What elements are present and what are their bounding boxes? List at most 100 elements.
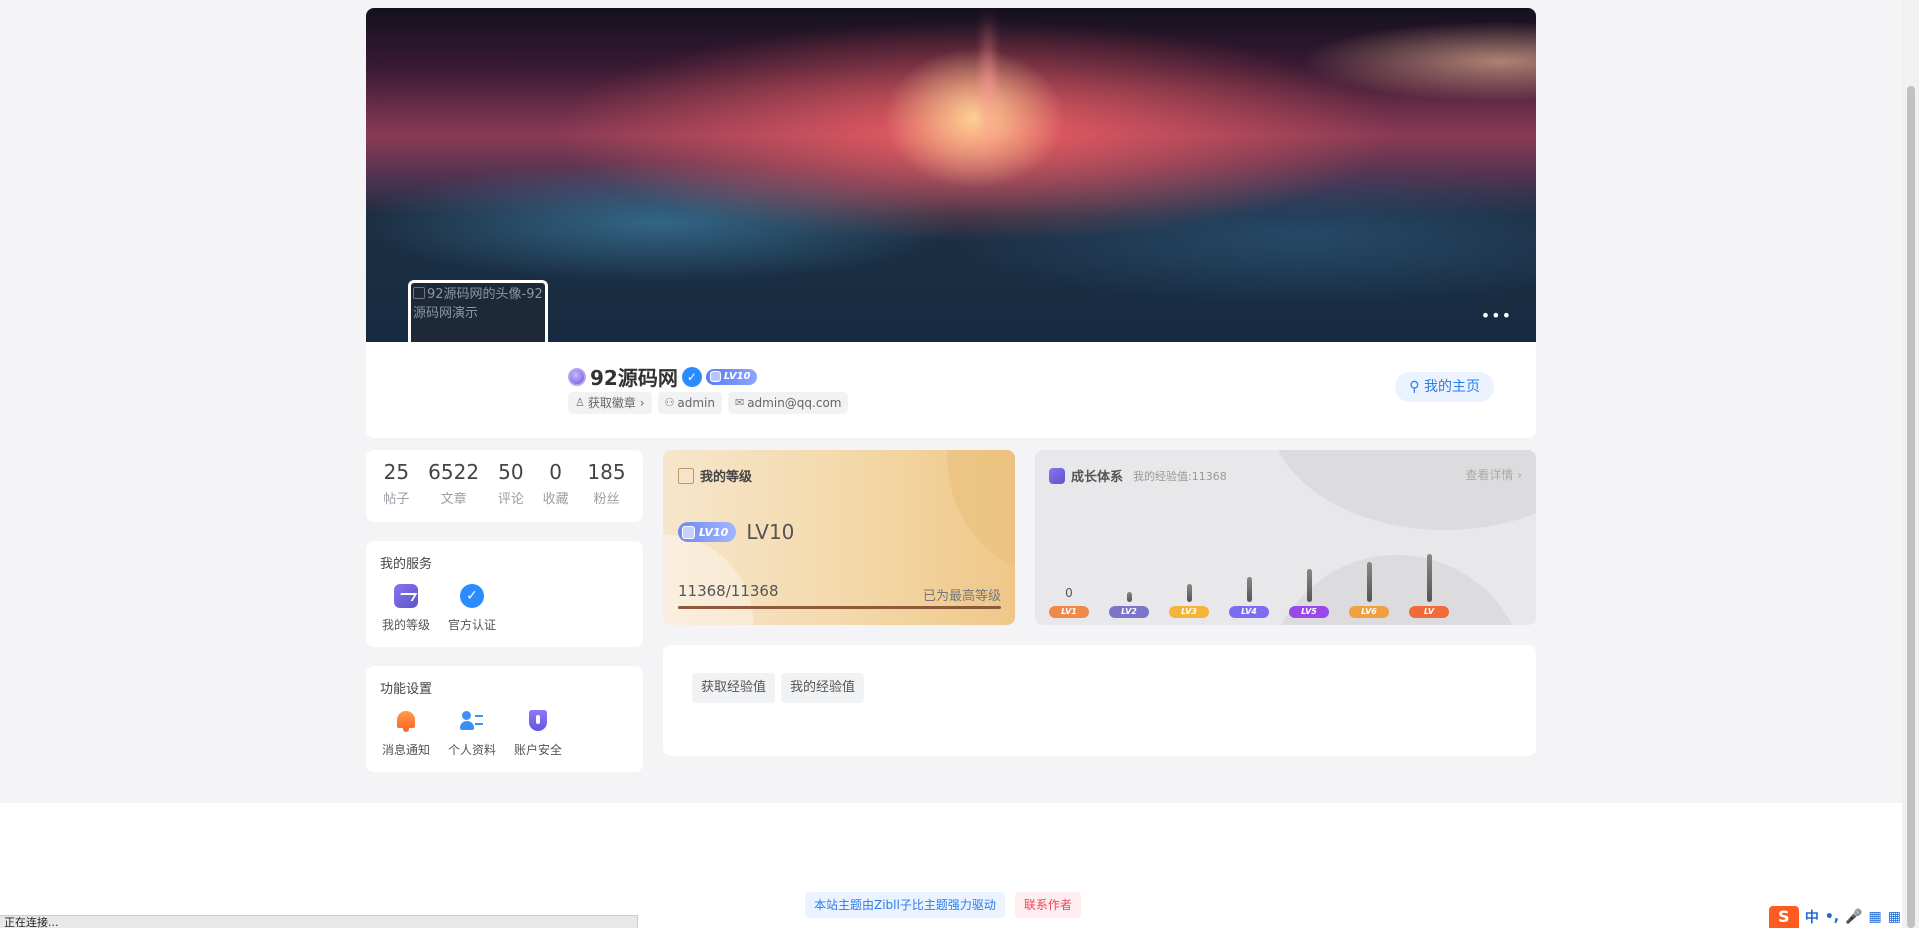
verified-icon: ✓	[681, 366, 702, 387]
stat-value: 25	[383, 460, 410, 484]
view-details-link[interactable]: 查看详情 ›	[1465, 466, 1522, 483]
service-my-level[interactable]: 我的等级	[380, 584, 432, 633]
experience-card: 获取经验值 我的经验值	[663, 645, 1536, 756]
stats-card: 25 帖子 6522 文章 50 评论 0 收藏 185 粉丝	[366, 450, 643, 522]
my-services-card: 我的服务 我的等级 ✓ 官方认证	[366, 541, 643, 647]
setting-account-security[interactable]: 账户安全	[512, 709, 564, 758]
level-bar-line	[1186, 584, 1192, 602]
verified-icon: ✓	[460, 584, 484, 608]
level-row: LV10 LV10	[678, 520, 794, 544]
level-pill-2: LV2	[1109, 606, 1149, 618]
ime-punctuation-toggle[interactable]: •,	[1825, 909, 1839, 925]
level-bar-line	[1306, 569, 1312, 602]
stat-articles[interactable]: 6522 文章	[428, 460, 479, 522]
page-scrollbar[interactable]	[1902, 0, 1919, 928]
level-title-text: 我的等级	[700, 470, 753, 485]
ime-voice-icon[interactable]: 🎤	[1845, 909, 1862, 925]
ime-menu-icon[interactable]: ▦	[1888, 909, 1901, 925]
trend-icon	[1049, 467, 1065, 484]
icon-label: 账户安全	[513, 743, 562, 757]
stat-value: 185	[587, 460, 626, 484]
badge-icon: ♙	[575, 396, 585, 409]
level-bars: 0 LV1 LV2 LV3 LV4 LV5 LV6 LV	[1049, 530, 1524, 618]
level-bar-line	[1426, 554, 1432, 602]
user-icon: ⚇	[664, 396, 675, 409]
broken-image-icon	[413, 287, 425, 299]
contact-author-link[interactable]: 联系作者	[1014, 892, 1081, 918]
stat-label: 收藏	[542, 492, 569, 507]
level-badge-label: LV10	[723, 371, 751, 382]
theme-credit-link[interactable]: 本站主题由Zibll子比主题强力驱动	[805, 892, 1005, 918]
scrollbar-thumb[interactable]	[1907, 86, 1915, 928]
growth-subtitle: 我的经验值:11368	[1133, 469, 1227, 483]
profile-card-icon	[460, 709, 484, 733]
footer-links: 本站主题由Zibll子比主题强力驱动 联系作者	[805, 892, 1081, 918]
level-pill-5: LV5	[1289, 606, 1329, 618]
stat-comments[interactable]: 50 评论	[498, 460, 524, 522]
stat-posts[interactable]: 25 帖子	[383, 460, 409, 522]
my-level-card: 我的等级 LV10 LV10 11368/11368 已为最高等级	[663, 450, 1015, 625]
level-pill-4: LV4	[1229, 606, 1269, 618]
cover-image: ••• 92源码网的头像-92源码网演示	[366, 8, 1536, 342]
level-bar-line	[1126, 592, 1132, 602]
stat-fans[interactable]: 185 粉丝	[587, 460, 625, 522]
homepage-label: 我的主页	[1424, 379, 1480, 395]
experience-progress	[678, 606, 1001, 609]
setting-profile[interactable]: 个人资料	[446, 709, 498, 758]
name-row: 92源码网 ✓ LV10	[568, 362, 757, 391]
get-badge-chip[interactable]: ♙ 获取徽章 ›	[568, 392, 652, 414]
tab-my-experience[interactable]: 我的经验值	[781, 673, 865, 703]
footer: 本站主题由Zibll子比主题强力驱动 联系作者	[0, 803, 1902, 928]
mail-icon: ✉	[734, 396, 745, 409]
icon-label: 个人资料	[447, 743, 496, 757]
level-hex-icon	[709, 371, 721, 382]
browser-status-bar: 正在连接...	[0, 915, 638, 928]
broken-image-icon	[678, 467, 694, 484]
gem-icon	[568, 367, 586, 386]
chip-label: 获取徽章 ›	[587, 396, 645, 410]
level-bar-3	[1169, 584, 1209, 602]
level-hex-icon	[682, 525, 695, 539]
ime-language-toggle[interactable]: 中	[1805, 907, 1819, 927]
avatar-alt-label: 92源码网的头像-92源码网演示	[413, 287, 543, 321]
icon-label: 我的等级	[381, 618, 430, 632]
stat-favorites[interactable]: 0 收藏	[543, 460, 569, 522]
my-homepage-button[interactable]: ⚲ 我的主页	[1395, 372, 1494, 402]
level-badge-label: LV10	[699, 525, 729, 539]
stat-value: 0	[549, 460, 562, 484]
ime-keyboard-icon[interactable]: ▦	[1869, 909, 1882, 925]
more-options-button[interactable]: •••	[1481, 306, 1512, 325]
level-pill-3: LV3	[1169, 606, 1209, 618]
tab-get-experience[interactable]: 获取经验值	[692, 673, 776, 703]
card-title: 功能设置	[380, 682, 433, 697]
level-pill-7: LV	[1409, 606, 1449, 618]
level-bar-1: 0	[1049, 586, 1089, 602]
level-badge: LV10	[678, 522, 737, 542]
username: 92源码网	[590, 366, 678, 390]
profile-header: 92源码网 ✓ LV10 ♙ 获取徽章 › ⚇ admin ✉ admin@qq.co…	[366, 342, 1536, 438]
growth-title-text: 成长体系	[1071, 470, 1124, 485]
level-bar-line	[1246, 577, 1252, 602]
stat-label: 文章	[440, 492, 467, 507]
stat-label: 评论	[497, 492, 524, 507]
setting-notifications[interactable]: 消息通知	[380, 709, 432, 758]
experience-tabs: 获取经验值 我的经验值	[692, 673, 865, 703]
avatar-alt-text: 92源码网的头像-92源码网演示	[411, 283, 545, 323]
ime-logo-icon[interactable]: S	[1768, 906, 1799, 928]
email-chip: ✉ admin@qq.com	[727, 392, 849, 414]
level-bar-5	[1289, 569, 1329, 602]
stat-value: 50	[498, 460, 524, 484]
left-column: 25 帖子 6522 文章 50 评论 0 收藏 185 粉丝 我的服务 我的等级 ✓ 官方…	[366, 450, 643, 772]
experience-progress-fill	[678, 606, 1001, 609]
avatar[interactable]: 92源码网的头像-92源码网演示	[408, 280, 548, 342]
service-official-verify[interactable]: ✓ 官方认证	[446, 584, 498, 633]
level-pill-6: LV6	[1349, 606, 1389, 618]
stat-label: 帖子	[383, 492, 410, 507]
profile-page: ••• 92源码网的头像-92源码网演示 92源码网 ✓ LV10 ♙ 获取徽章 …	[366, 8, 1536, 438]
level-pill-1: LV1	[1049, 606, 1089, 618]
level-bar-2	[1109, 592, 1149, 602]
stat-label: 粉丝	[593, 492, 620, 507]
level-bar-4	[1229, 577, 1269, 602]
level-badge: LV10	[705, 368, 757, 385]
growth-title: 成长体系 我的经验值:11368	[1049, 466, 1227, 485]
